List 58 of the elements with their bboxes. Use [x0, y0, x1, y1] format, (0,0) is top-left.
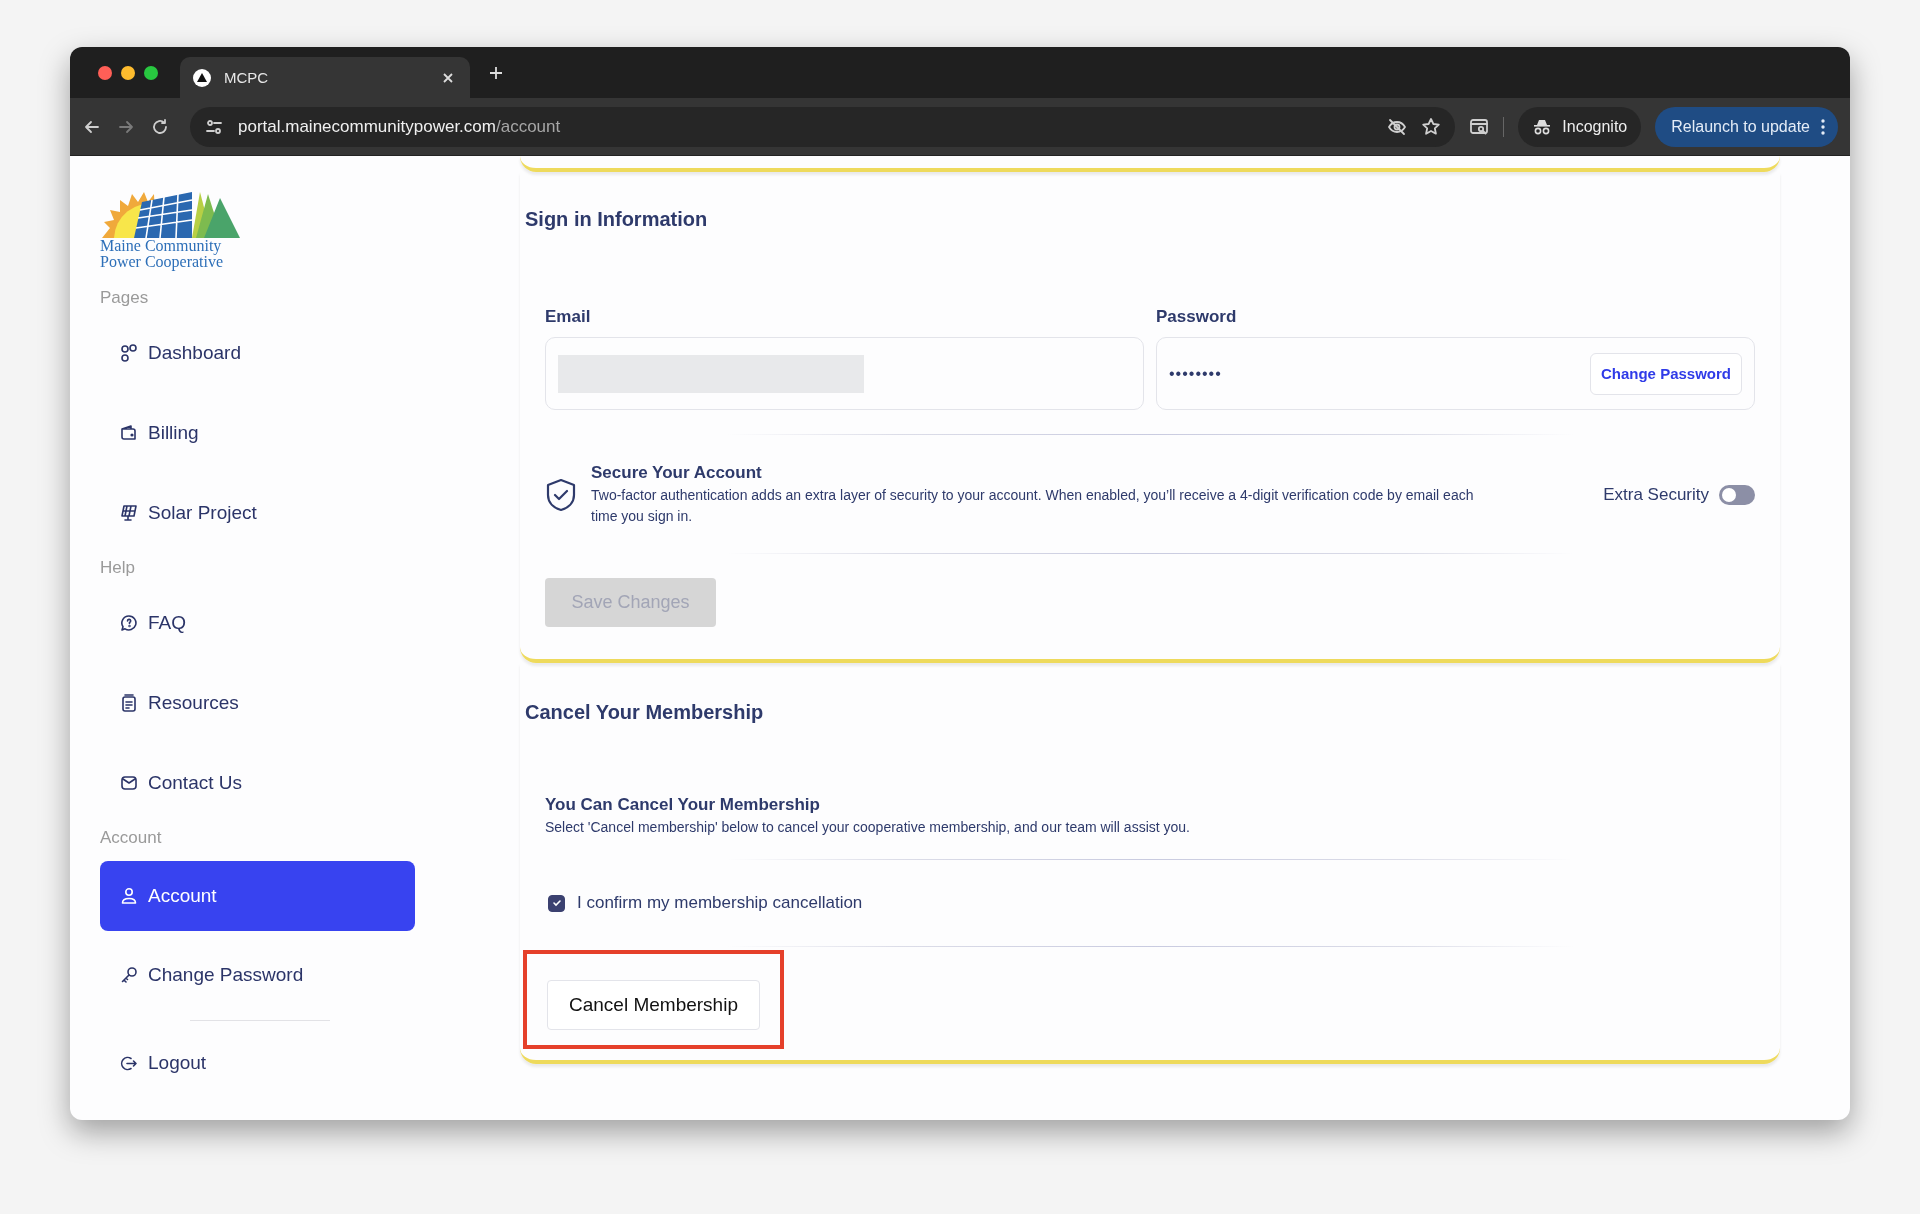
circles-icon: [120, 344, 138, 362]
change-password-button[interactable]: Change Password: [1589, 352, 1742, 395]
nav-item[interactable]: Billing: [100, 393, 415, 473]
site-icon: [192, 67, 212, 88]
logo-text: Maine Community: [100, 238, 223, 254]
eye-off-icon[interactable]: [1387, 116, 1408, 137]
wallet-icon: [120, 424, 138, 442]
address-text: portal.mainecommunitypower.com/account: [238, 116, 562, 137]
logo-text: Power Cooperative: [100, 254, 225, 270]
solar-panel-icon: [120, 504, 138, 522]
nav-item[interactable]: FAQ: [100, 583, 415, 663]
section-label: Help: [100, 557, 136, 579]
checkbox-label: I confirm my membership cancellation: [577, 893, 863, 913]
toggle-label: Extra Security: [1603, 485, 1709, 505]
star-icon[interactable]: [1421, 116, 1442, 137]
check-icon: [551, 898, 562, 908]
field-label: Password: [1156, 307, 1238, 327]
logout-link[interactable]: Logout: [100, 1023, 415, 1103]
section-label: Account: [100, 827, 163, 849]
security-title: Secure Your Account: [591, 463, 763, 483]
window-control-icon[interactable]: [144, 65, 158, 80]
password-field[interactable]: •••••••• Change Password: [1156, 337, 1755, 410]
cancel-membership-button[interactable]: Cancel Membership: [547, 980, 760, 1030]
nav-item[interactable]: Change Password: [100, 935, 415, 1015]
security-description: Two-factor authentication adds an extra layer of security to your account. When enabled, you’ll receive a 4-digit verification code by email each time you sign in.: [591, 486, 1475, 526]
section-title: Cancel Your Membership: [525, 701, 765, 724]
envelope-icon: [120, 774, 138, 792]
logout-icon: [120, 1054, 138, 1072]
nav-item[interactable]: Solar Project: [100, 473, 415, 553]
question-bubble-icon: [120, 614, 138, 632]
checkbox[interactable]: [548, 894, 565, 912]
field-label: Email: [545, 307, 592, 327]
nav-item[interactable]: Dashboard: [100, 313, 415, 393]
email-field[interactable]: [545, 337, 1144, 410]
browser-tab[interactable]: MCPC: [180, 57, 470, 98]
relaunch-button[interactable]: Relaunch to update: [1655, 106, 1838, 147]
section-title: Sign in Information: [525, 208, 709, 231]
document-icon: [120, 694, 138, 712]
person-icon: [120, 887, 138, 905]
tab-title: MCPC: [224, 69, 270, 86]
more-icon: [1820, 116, 1826, 137]
address-bar[interactable]: portal.mainecommunitypower.com/account: [190, 106, 1456, 147]
shield-check-icon: [545, 478, 577, 512]
window-control-icon[interactable]: [121, 65, 135, 80]
description: Select 'Cancel membership' below to cancel your cooperative membership, and our team will assist you.: [545, 819, 1191, 835]
tab-search-icon[interactable]: [1469, 116, 1490, 137]
profile-chip[interactable]: Incognito: [1518, 106, 1642, 147]
window-control-icon[interactable]: [98, 65, 112, 80]
profile-label: Incognito: [1562, 117, 1628, 136]
nav-item[interactable]: Contact Us: [100, 743, 415, 823]
subsection-title: You Can Cancel Your Membership: [545, 795, 821, 815]
reload-icon[interactable]: [150, 116, 170, 137]
toggle-switch[interactable]: [1719, 485, 1755, 505]
section-label: Pages: [100, 287, 150, 309]
nav-item[interactable]: Resources: [100, 663, 415, 743]
key-icon: [120, 966, 138, 984]
password-value: ••••••••: [1169, 364, 1223, 383]
nav-item[interactable]: Account: [100, 861, 415, 931]
